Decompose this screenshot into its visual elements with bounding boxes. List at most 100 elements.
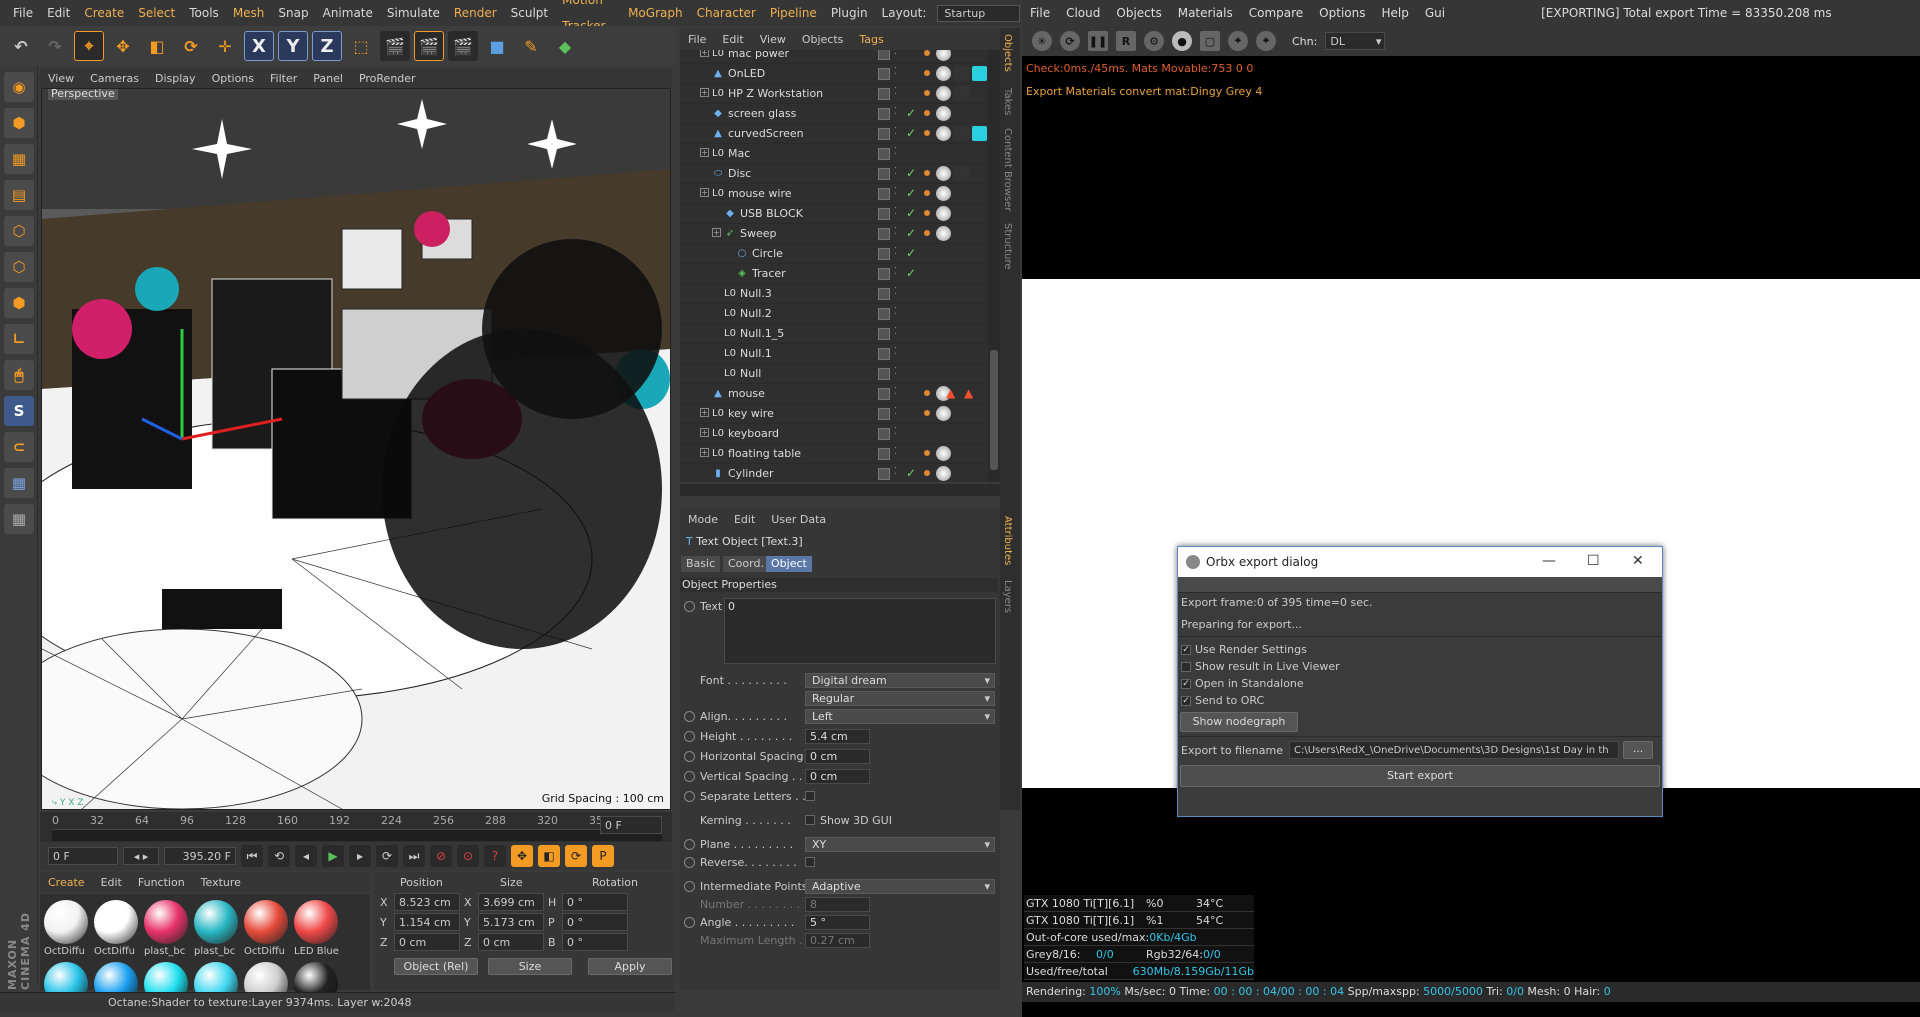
material-tag-icon[interactable] xyxy=(936,446,951,461)
expand-icon[interactable]: + xyxy=(700,88,709,97)
expand-icon[interactable]: + xyxy=(700,428,709,437)
menu-select[interactable]: Select xyxy=(131,0,182,26)
object-row[interactable]: + L0 key wire ⁚ xyxy=(680,404,988,424)
material-swatch[interactable] xyxy=(194,900,238,944)
menu-snap[interactable]: Snap xyxy=(271,0,315,26)
go-to-start-icon[interactable]: ⏮ xyxy=(241,845,263,867)
pick-focus-icon[interactable]: ⌖ xyxy=(1228,31,1248,51)
plane-select[interactable]: XY xyxy=(805,837,995,852)
go-to-end-icon[interactable]: ⏭ xyxy=(403,845,425,867)
render-view-icon[interactable]: 🎬 xyxy=(380,31,410,61)
angle-animate-dot[interactable] xyxy=(684,917,695,928)
visibility-toggle[interactable] xyxy=(878,268,890,280)
octane-menu-file[interactable]: File xyxy=(1022,6,1058,20)
axis-y-button[interactable]: Y xyxy=(278,31,308,61)
timeline[interactable]: 0326496128160192224256288320352384 0 F xyxy=(40,812,672,842)
autokey-icon[interactable]: ⊙ xyxy=(457,845,479,867)
angle-input[interactable]: 5 ° xyxy=(805,915,870,930)
octane-menu-options[interactable]: Options xyxy=(1311,6,1373,20)
render-dots-icon[interactable]: ⁚ xyxy=(894,406,897,417)
edges-mode-icon[interactable]: ⬡ xyxy=(4,252,34,282)
render-dots-icon[interactable]: ⁚ xyxy=(894,226,897,237)
material-tag-icon[interactable] xyxy=(936,66,951,81)
plane-animate-dot[interactable] xyxy=(684,839,695,850)
prev-key-icon[interactable]: ⟲ xyxy=(268,845,290,867)
material-tag-icon[interactable] xyxy=(936,86,951,101)
object-row[interactable]: ▲ curvedScreen ⁚ ✓ xyxy=(680,124,988,144)
export-option[interactable]: ✓ Use Render Settings xyxy=(1178,641,1662,658)
expand-icon[interactable]: + xyxy=(700,448,709,457)
object-row[interactable]: ⬭ Disc ⁚ ✓ xyxy=(680,164,988,184)
menu-pipeline[interactable]: Pipeline xyxy=(763,0,824,26)
object-row[interactable]: ▲ mouse ⁚ ▲ ▲ xyxy=(680,384,988,404)
make-editable-icon[interactable]: ◉ xyxy=(4,72,34,102)
number-input[interactable]: 8 xyxy=(805,897,870,912)
tag-dot-icon[interactable] xyxy=(924,90,930,96)
warning-tag-icon[interactable]: ▲ xyxy=(964,386,979,401)
rotation-input[interactable]: 0 ° xyxy=(562,933,628,951)
current-frame-field[interactable]: 0 F xyxy=(600,816,662,834)
dialog-titlebar[interactable]: Orbx export dialog — ☐ ✕ xyxy=(1178,547,1662,577)
tweak-mode-icon[interactable]: 🖱 xyxy=(4,360,34,390)
material-tag-icon[interactable] xyxy=(936,466,951,481)
visibility-toggle[interactable] xyxy=(878,368,890,380)
size-input[interactable]: 3.699 cm xyxy=(478,893,544,911)
material-tag-icon[interactable] xyxy=(936,50,951,61)
vspacing-input[interactable]: 0 cm xyxy=(805,769,870,784)
visibility-toggle[interactable] xyxy=(878,248,890,260)
align-select[interactable]: Left xyxy=(805,709,995,724)
menu-mesh[interactable]: Mesh xyxy=(226,0,272,26)
select-tool-icon[interactable]: ⌖ xyxy=(74,31,104,61)
maxlen-input[interactable]: 0.27 cm xyxy=(805,933,870,948)
text-animate-dot[interactable] xyxy=(684,601,695,612)
export-option[interactable]: Show result in Live Viewer xyxy=(1178,658,1662,675)
material-swatch[interactable] xyxy=(44,900,88,944)
workplane-lock-icon[interactable]: ▦ xyxy=(4,468,34,498)
visibility-toggle[interactable] xyxy=(878,148,890,160)
material-tag-icon[interactable] xyxy=(936,106,951,121)
material-menu-function[interactable]: Function xyxy=(130,876,193,889)
visibility-toggle[interactable] xyxy=(878,108,890,120)
render-dots-icon[interactable]: ⁚ xyxy=(894,126,897,137)
enabled-check-icon[interactable]: ✓ xyxy=(906,246,916,260)
snap-icon[interactable]: ⊂ xyxy=(4,432,34,462)
object-row[interactable]: L0 Null.2 ⁚ xyxy=(680,304,988,324)
start-frame-field[interactable]: 0 F xyxy=(48,847,118,865)
render-dots-icon[interactable]: ⁚ xyxy=(894,426,897,437)
visibility-toggle[interactable] xyxy=(878,408,890,420)
object-menu-objects[interactable]: Objects xyxy=(794,33,852,46)
option-checkbox[interactable]: ✓ xyxy=(1181,644,1191,655)
tag-dot-icon[interactable] xyxy=(924,50,930,56)
close-icon[interactable]: ✕ xyxy=(1632,553,1644,569)
object-row[interactable]: + L0 mac power ⁚ xyxy=(680,50,988,64)
option-checkbox[interactable]: ✓ xyxy=(1181,695,1191,706)
object-menu-view[interactable]: View xyxy=(752,33,794,46)
attribute-menu-user-data[interactable]: User Data xyxy=(763,513,834,526)
separate-letters-checkbox[interactable] xyxy=(805,791,815,801)
interp-animate-dot[interactable] xyxy=(684,881,695,892)
scale-tool-icon[interactable]: ◧ xyxy=(142,31,172,61)
export-option[interactable]: ✓ Send to ORC xyxy=(1178,692,1662,709)
cyan-tag-icon[interactable] xyxy=(972,126,987,141)
channel-select[interactable]: DL ▾ xyxy=(1325,32,1386,50)
key-position-icon[interactable]: ✥ xyxy=(511,845,533,867)
material-swatch[interactable] xyxy=(244,900,288,944)
hspacing-animate-dot[interactable] xyxy=(684,751,695,762)
axis-z-button[interactable]: Z xyxy=(312,31,342,61)
interp-select[interactable]: Adaptive xyxy=(805,879,995,894)
key-parameter-icon[interactable]: P xyxy=(592,845,614,867)
tab-objects[interactable]: Objects xyxy=(1002,34,1013,72)
object-row[interactable]: ○ Circle ⁚ ✓ xyxy=(680,244,988,264)
prev-frame-icon[interactable]: ◂ xyxy=(295,845,317,867)
enabled-check-icon[interactable]: ✓ xyxy=(906,226,916,240)
apply-button[interactable]: Apply xyxy=(588,957,672,975)
rotation-input[interactable]: 0 ° xyxy=(562,913,628,931)
visibility-toggle[interactable] xyxy=(878,208,890,220)
size-mode-select[interactable]: Size xyxy=(488,957,572,975)
height-input[interactable]: 5.4 cm xyxy=(805,729,870,744)
next-key-icon[interactable]: ⟳ xyxy=(376,845,398,867)
visibility-toggle[interactable] xyxy=(878,168,890,180)
expand-icon[interactable]: + xyxy=(700,148,709,157)
rotate-tool-icon[interactable]: ⟳ xyxy=(176,31,206,61)
enabled-check-icon[interactable]: ✓ xyxy=(906,186,916,200)
